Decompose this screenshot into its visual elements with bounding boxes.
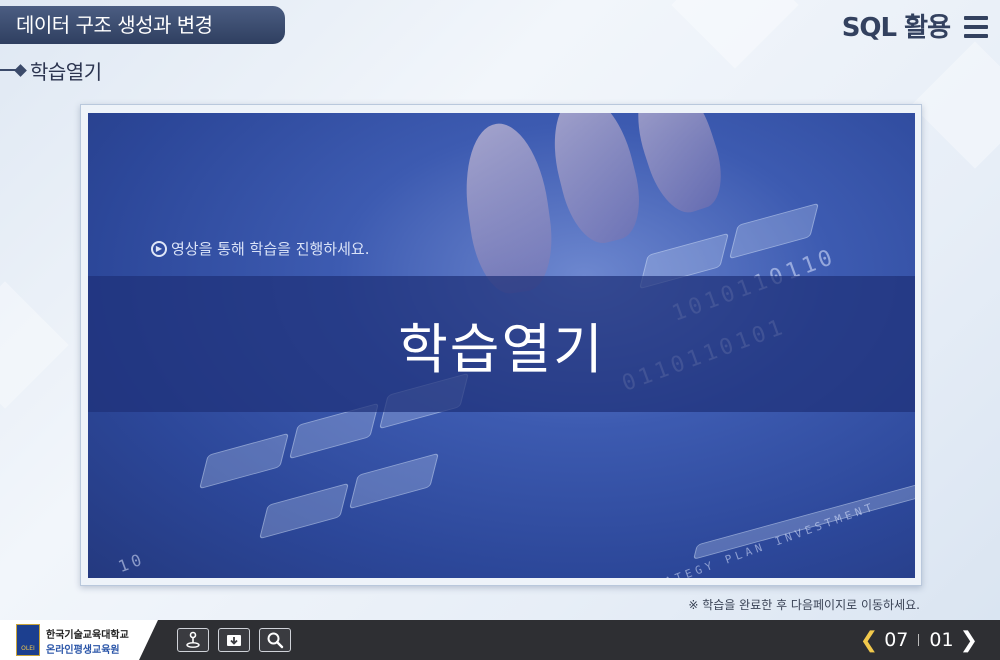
lesson-title: 데이터 구조 생성과 변경 — [0, 6, 285, 44]
background-decoration — [456, 118, 560, 298]
diamond-bullet-icon — [14, 63, 27, 77]
next-page-chevron-icon[interactable]: ❯ — [960, 628, 978, 653]
video-guide: ▶ 영상을 통해 학습을 진행하세요. — [151, 238, 369, 259]
menu-icon[interactable] — [964, 16, 988, 38]
background-decoration — [671, 0, 799, 69]
current-page-number: 07 — [884, 629, 909, 651]
background-decoration — [729, 202, 819, 260]
page-separator — [918, 634, 920, 646]
tool-location-button[interactable] — [177, 628, 209, 652]
magnifier-icon — [267, 632, 284, 649]
total-page-number: 01 — [929, 629, 954, 651]
university-logo-icon: OLEI — [16, 624, 40, 656]
tool-download-button[interactable] — [218, 628, 250, 652]
completion-notice: ※ 학습을 완료한 후 다음페이지로 이동하세요. — [688, 598, 920, 612]
person-pin-icon — [186, 631, 200, 648]
background-decoration — [199, 432, 289, 490]
tool-search-button[interactable] — [259, 628, 291, 652]
film-reel-icon: ▶ — [151, 240, 167, 257]
university-name: 한국기술교육대학교 — [46, 630, 129, 641]
course-name: SQL 활용 — [841, 13, 951, 43]
logo-caption: OLEI — [21, 645, 35, 652]
background-decoration — [693, 482, 915, 560]
background-decoration — [623, 113, 733, 221]
prev-page-chevron-icon[interactable]: ❮ — [860, 628, 878, 653]
page-navigation: ❮ 07 01 ❯ — [860, 622, 978, 658]
background-decoration — [540, 113, 651, 250]
video-title: 학습열기 — [398, 317, 605, 381]
video-player[interactable]: 1010110110 0110110101 10 STRATEGY PLAN I… — [88, 113, 915, 578]
section-title-label: 학습열기 — [30, 59, 102, 84]
background-decoration — [259, 482, 349, 540]
background-decoration — [349, 452, 439, 510]
institute-name: 온라인평생교육원 — [46, 645, 120, 656]
section-title: 학습열기 — [0, 56, 102, 84]
download-icon — [227, 635, 241, 646]
video-guide-text: 영상을 통해 학습을 진행하세요. — [171, 240, 370, 258]
background-decoration — [0, 281, 69, 409]
background-bits: 10 — [115, 548, 148, 577]
background-decoration — [911, 41, 1000, 169]
video-title-band: 학습열기 — [88, 276, 915, 412]
